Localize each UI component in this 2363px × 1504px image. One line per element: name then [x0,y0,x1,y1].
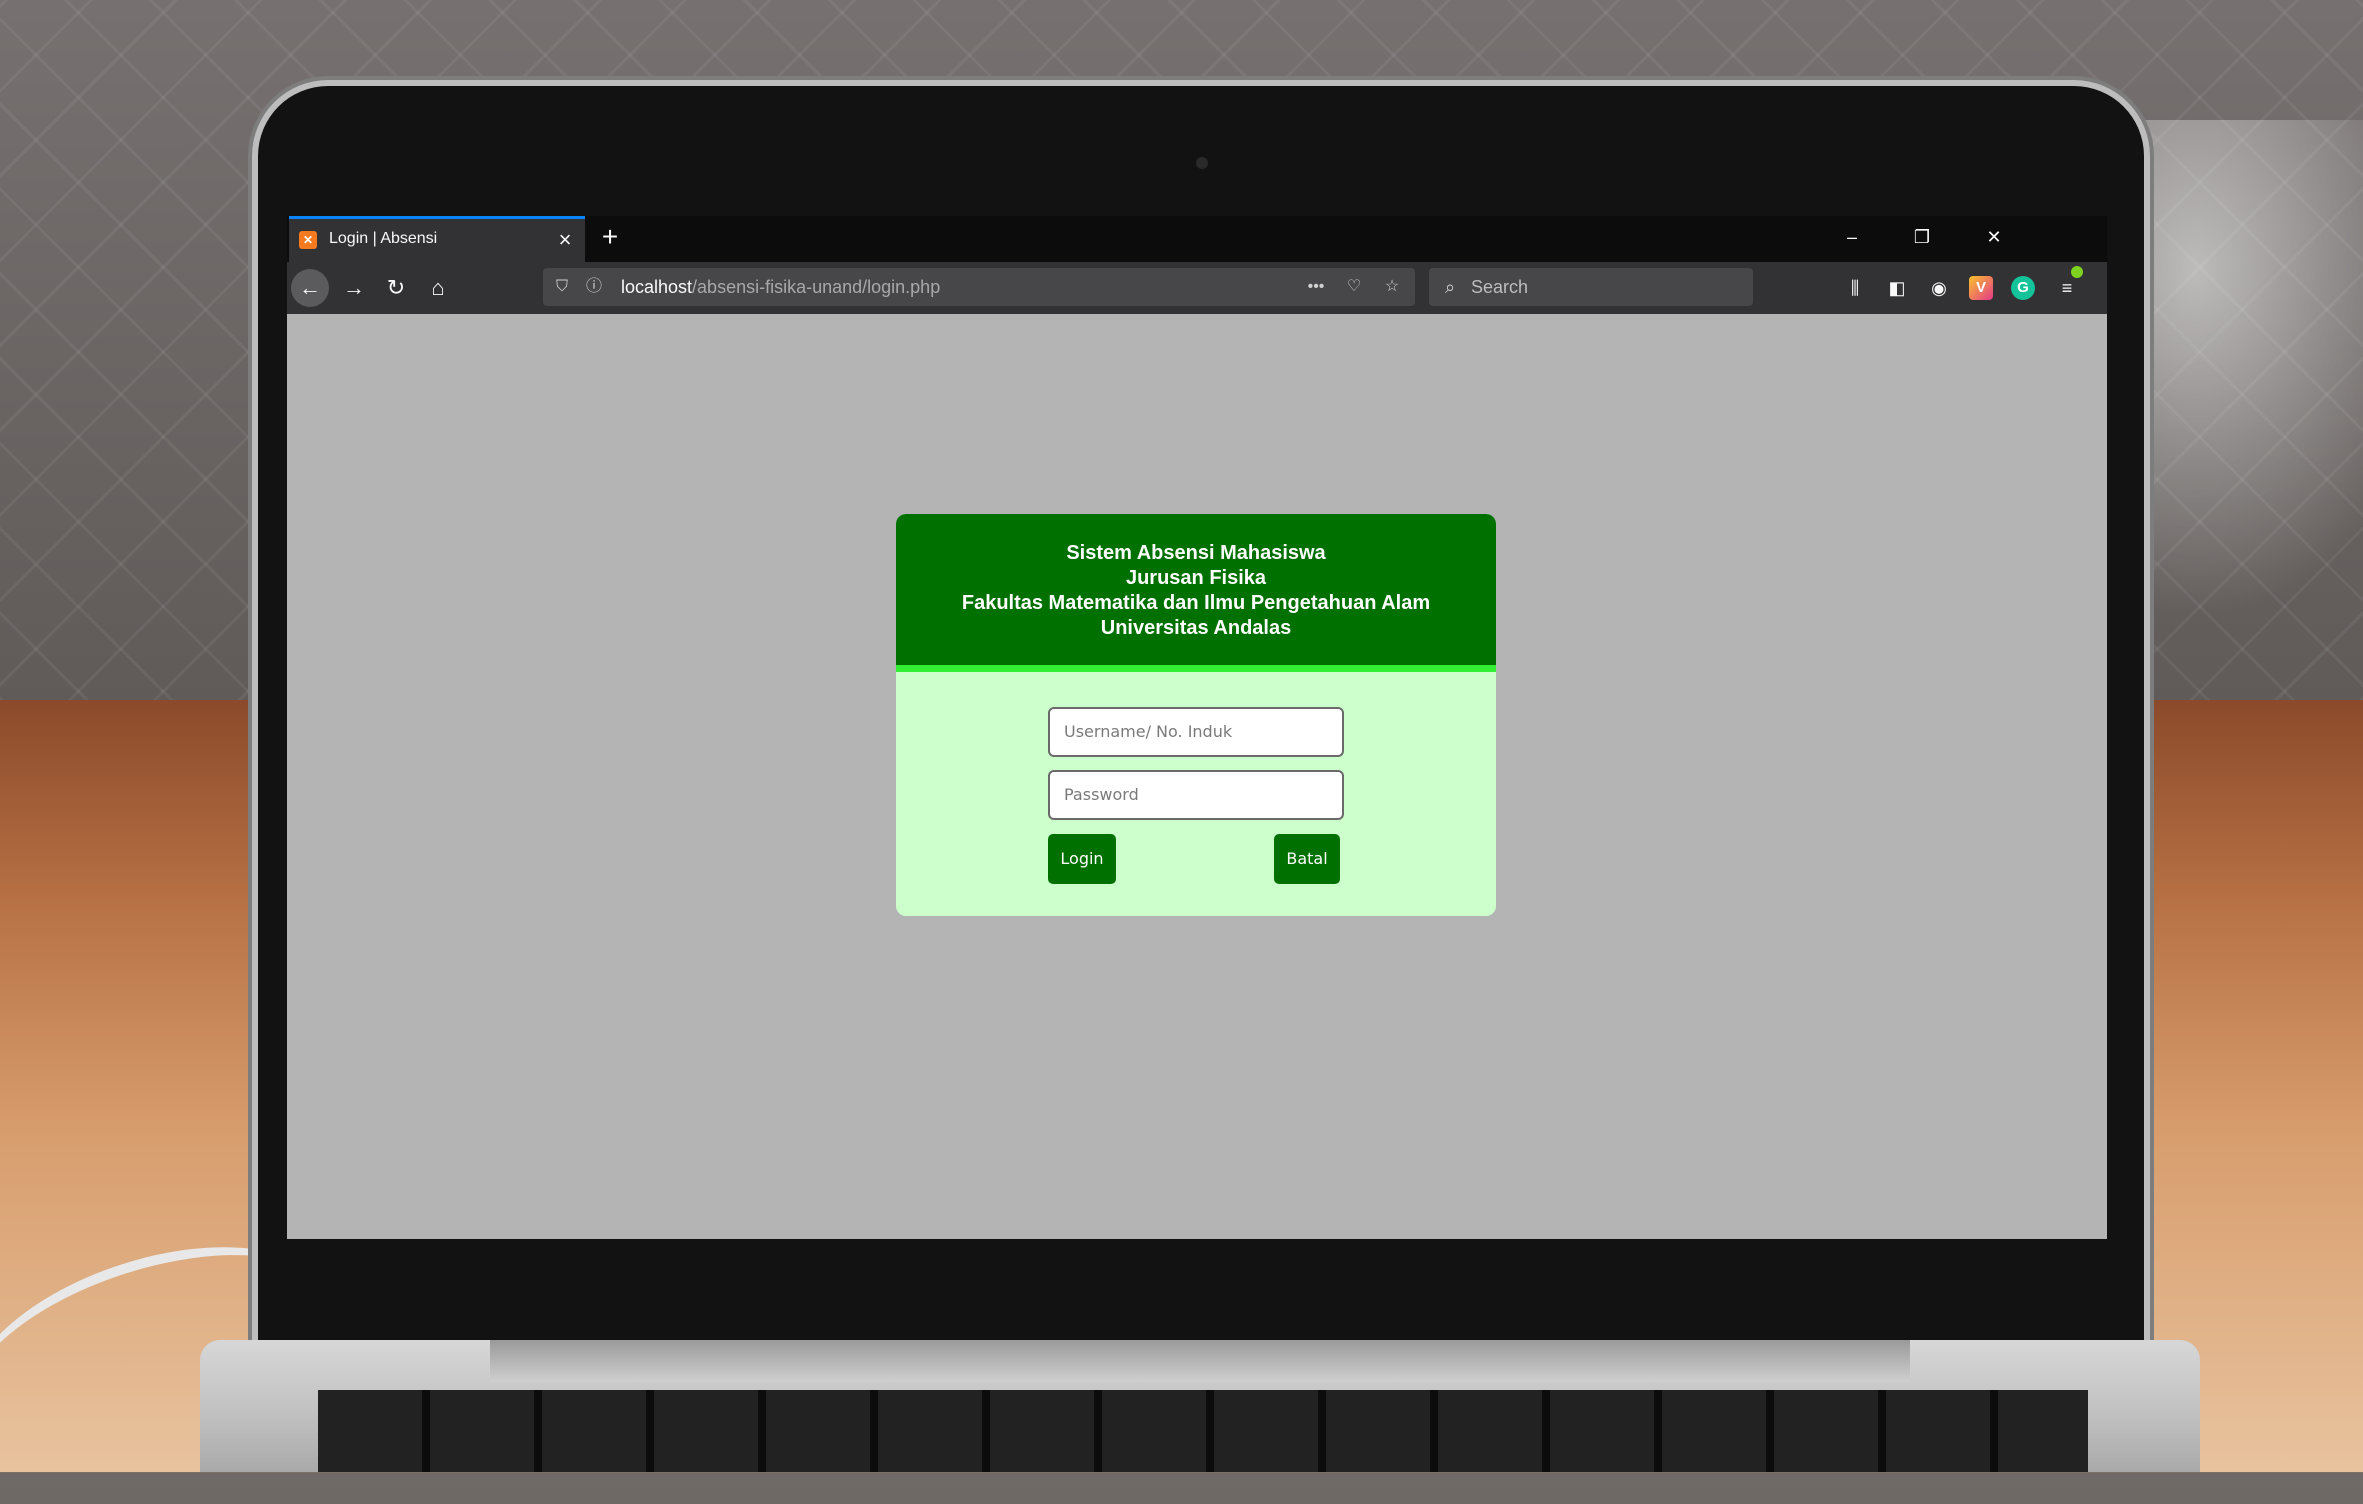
shield-icon[interactable]: ⛉ [551,276,573,298]
tab-title: Login | Absensi [329,230,438,247]
close-tab-icon[interactable]: × [551,225,579,255]
navigation-toolbar: ← → ↻ ⌂ ⛉ ⓘ localhost/absensi-fisika-una… [287,262,2107,314]
login-button[interactable]: Login [1048,834,1116,884]
close-window-icon[interactable]: ✕ [1973,222,2015,252]
browser-window: ✕ Login | Absensi × + – ❐ ✕ ← → ↻ ⌂ ⛉ ⓘ … [287,216,2107,1239]
page-content: Sistem Absensi Mahasiswa Jurusan Fisika … [287,314,2107,1239]
username-input[interactable]: Username/ No. Induk [1048,707,1344,757]
search-placeholder: Search [1471,277,1529,297]
search-icon: ⌕ [1444,277,1456,297]
webcam [1196,157,1208,169]
keyboard [318,1390,2088,1472]
back-arrow-icon[interactable]: ← [291,269,329,307]
laptop-hinge [490,1340,1910,1382]
login-header: Sistem Absensi Mahasiswa Jurusan Fisika … [896,514,1496,672]
sidebar-icon[interactable]: ◧ [1883,274,1911,302]
info-icon[interactable]: ⓘ [583,276,605,298]
header-university: Universitas Andalas [1100,617,1292,639]
page-actions-icon[interactable]: ••• [1305,276,1327,298]
address-bar[interactable]: ⛉ ⓘ localhost/absensi-fisika-unand/login… [543,268,1415,306]
reload-icon[interactable]: ↻ [377,269,415,307]
tab-bar: ✕ Login | Absensi × + – ❐ ✕ [287,216,2107,262]
minimize-icon[interactable]: – [1831,222,1873,252]
url-host: localhost [621,277,693,297]
cancel-button[interactable]: Batal [1274,834,1340,884]
tab-login[interactable]: ✕ Login | Absensi × [289,216,585,262]
grammarly-icon[interactable]: G [2011,276,2035,300]
password-input[interactable]: Password [1048,770,1344,820]
forward-arrow-icon[interactable]: → [335,269,373,307]
update-badge [2071,266,2083,278]
extension-v-icon[interactable]: V [1969,276,1993,300]
header-department: Jurusan Fisika [1125,567,1267,589]
header-title: Sistem Absensi Mahasiswa [1066,542,1326,564]
menu-icon[interactable]: ≡ [2053,274,2081,302]
url-text[interactable]: localhost/absensi-fisika-unand/login.php [621,277,940,298]
xampp-icon: ✕ [299,231,317,249]
new-tab-button[interactable]: + [593,220,627,254]
search-bar[interactable]: ⌕ Search [1429,268,1753,306]
account-icon[interactable]: ◉ [1925,274,1953,302]
bookmark-star-icon[interactable]: ☆ [1381,276,1403,298]
url-path: /absensi-fisika-unand/login.php [692,277,941,297]
restore-icon[interactable]: ❐ [1901,222,1943,252]
header-faculty: Fakultas Matematika dan Ilmu Pengetahuan… [961,592,1431,614]
home-icon[interactable]: ⌂ [419,269,457,307]
library-icon[interactable]: ⫼ [1841,274,1869,302]
pocket-icon[interactable]: ♡ [1343,276,1365,298]
login-card: Sistem Absensi Mahasiswa Jurusan Fisika … [896,514,1496,916]
